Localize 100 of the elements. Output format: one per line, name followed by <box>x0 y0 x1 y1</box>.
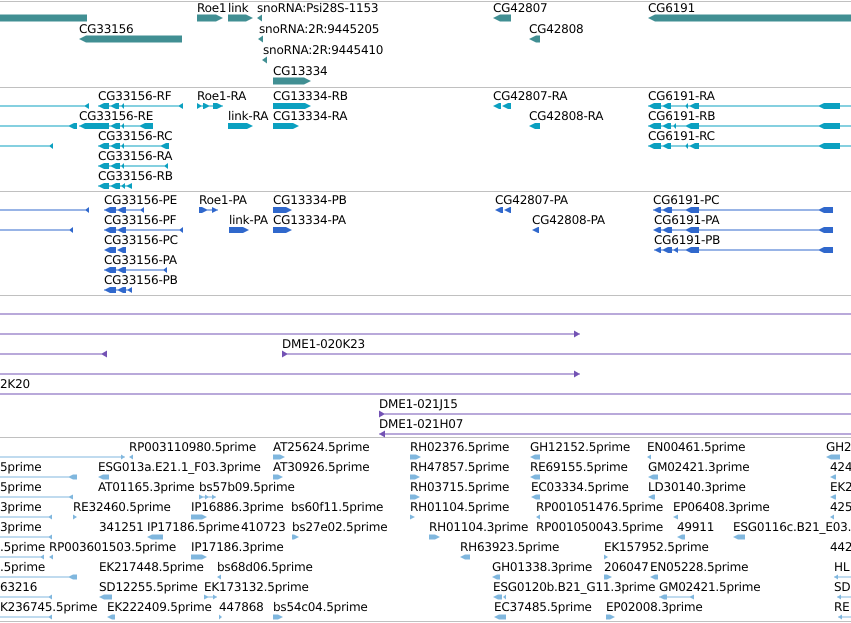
est-glyph <box>191 554 207 560</box>
feature-label: GH01338.3prime <box>492 560 592 574</box>
est-glyph <box>129 454 133 460</box>
feature-label: 425 <box>830 500 851 514</box>
feature-label: DME1-021J15 <box>379 397 458 411</box>
feature-label: AT25624.5prime <box>273 440 370 454</box>
feature-label: RP003110980.5prime <box>129 440 256 454</box>
feature-label: RP001051476.5prime <box>536 500 664 514</box>
feature-label: 5prime <box>0 480 42 494</box>
feature-label: IP17186.3prime <box>191 540 284 554</box>
est-glyph <box>147 534 163 540</box>
feature-label: EN00461.5prime <box>647 440 746 454</box>
est-glyph <box>647 454 651 460</box>
feature-label: RP003601503.5prime <box>49 540 176 554</box>
feature-label: AT01165.3prime <box>98 480 194 494</box>
gene-bar <box>197 14 223 22</box>
feature-label: GM02421.5prime <box>659 580 760 594</box>
transcript-glyph <box>98 183 132 189</box>
feature-label: .5prime <box>0 540 46 554</box>
feature-label: Roe1 <box>197 1 226 15</box>
est-glyph <box>410 474 420 480</box>
gene-bar <box>228 14 253 22</box>
gene-bar <box>257 14 262 22</box>
est-glyph <box>217 574 221 580</box>
feature-label: RH02376.5prime <box>410 440 510 454</box>
est-glyph <box>830 494 836 500</box>
feature-label: CG6191-PB <box>654 233 720 247</box>
feature-label: CG6191-RC <box>648 129 715 143</box>
protein-glyph <box>273 207 292 213</box>
gene-bar <box>493 14 511 22</box>
feature-label: bs60f11.5prime <box>291 500 384 514</box>
est-glyph <box>493 594 506 600</box>
gene-bar <box>262 56 267 64</box>
est-glyph <box>830 514 834 520</box>
est-glyph <box>604 554 608 560</box>
feature-label: link-RA <box>228 109 268 123</box>
feature-label: CG6191 <box>648 1 696 15</box>
feature-label: IP17186.5prime <box>147 520 240 534</box>
feature-label: RH47857.5prime <box>410 460 510 474</box>
feature-label: ESG013a.E21.1_F03.3prime <box>98 460 261 474</box>
feature-label: EK217448.5prime <box>99 560 204 574</box>
feature-label: IP16886.3prime <box>191 500 284 514</box>
est-glyph <box>494 614 506 620</box>
feature-label: EC03334.5prime <box>531 480 629 494</box>
feature-label: CG42807 <box>493 1 548 15</box>
feature-label: bs27e02.5prime <box>292 520 388 534</box>
est-glyph <box>49 554 53 560</box>
est-glyph <box>199 494 216 500</box>
est-glyph <box>410 494 420 500</box>
est-glyph <box>531 494 540 500</box>
est-glyph <box>429 534 440 540</box>
feature-label: EK157952.5prime <box>604 540 709 554</box>
protein-glyph <box>229 227 249 233</box>
feature-label: GH12152.5prime <box>530 440 630 454</box>
est-glyph <box>492 574 500 580</box>
feature-label: 3prime <box>0 520 42 534</box>
transcript-glyph <box>529 123 540 129</box>
protein-glyph <box>104 267 167 273</box>
feature-label: CG33156-PA <box>104 253 177 267</box>
transcript-glyph <box>493 103 511 109</box>
feature-label: CG6191-RB <box>648 109 716 123</box>
est-glyph <box>460 554 470 560</box>
feature-label: snoRNA:Psi28S-1153 <box>257 1 378 15</box>
feature-label: DME1-021H07 <box>379 417 464 431</box>
feature-label: CG33156-RC <box>98 129 172 143</box>
feature-label: EK222409.5prime <box>107 600 212 614</box>
feature-label: CG42807-RA <box>493 89 568 103</box>
feature-label: GM02421.3prime <box>648 460 750 474</box>
feature-label: 3prime <box>0 500 42 514</box>
est-glyph <box>273 614 283 620</box>
est-glyph <box>837 594 851 600</box>
feature-label: CG33156-PF <box>104 213 176 227</box>
feature-label: CG13334-PA <box>273 213 346 227</box>
feature-label: CG13334-RB <box>273 89 348 103</box>
est-glyph <box>0 594 52 600</box>
feature-label: 2K20 <box>0 377 30 391</box>
transcript-glyph <box>273 103 311 109</box>
est-glyph <box>530 454 540 460</box>
feature-label: snoRNA:2R:9445205 <box>259 22 380 36</box>
est-glyph <box>650 574 658 580</box>
feature-label: 447868 <box>219 600 264 614</box>
protein-glyph <box>199 207 218 213</box>
feature-label: ESG0120b.B21_G11.3prime <box>493 580 656 594</box>
protein-glyph <box>532 227 539 233</box>
est-glyph <box>530 474 540 480</box>
feature-label: ESG0116c.B21_E03. <box>733 520 851 534</box>
est-glyph <box>826 454 840 460</box>
est-glyph <box>204 594 217 600</box>
est-glyph <box>733 534 745 540</box>
feature-label: bs68d06.5prime <box>217 560 313 574</box>
gene-bar <box>273 78 311 84</box>
est-glyph <box>410 454 421 460</box>
protein-glyph <box>104 287 132 293</box>
feature-label: CG33156-RA <box>98 149 172 163</box>
transcript-glyph <box>98 143 169 149</box>
protein-glyph <box>273 227 292 233</box>
protein-glyph <box>104 207 144 213</box>
feature-label: CG13334-RA <box>273 109 348 123</box>
transcript-glyph <box>197 103 223 109</box>
est-glyph <box>273 474 283 480</box>
